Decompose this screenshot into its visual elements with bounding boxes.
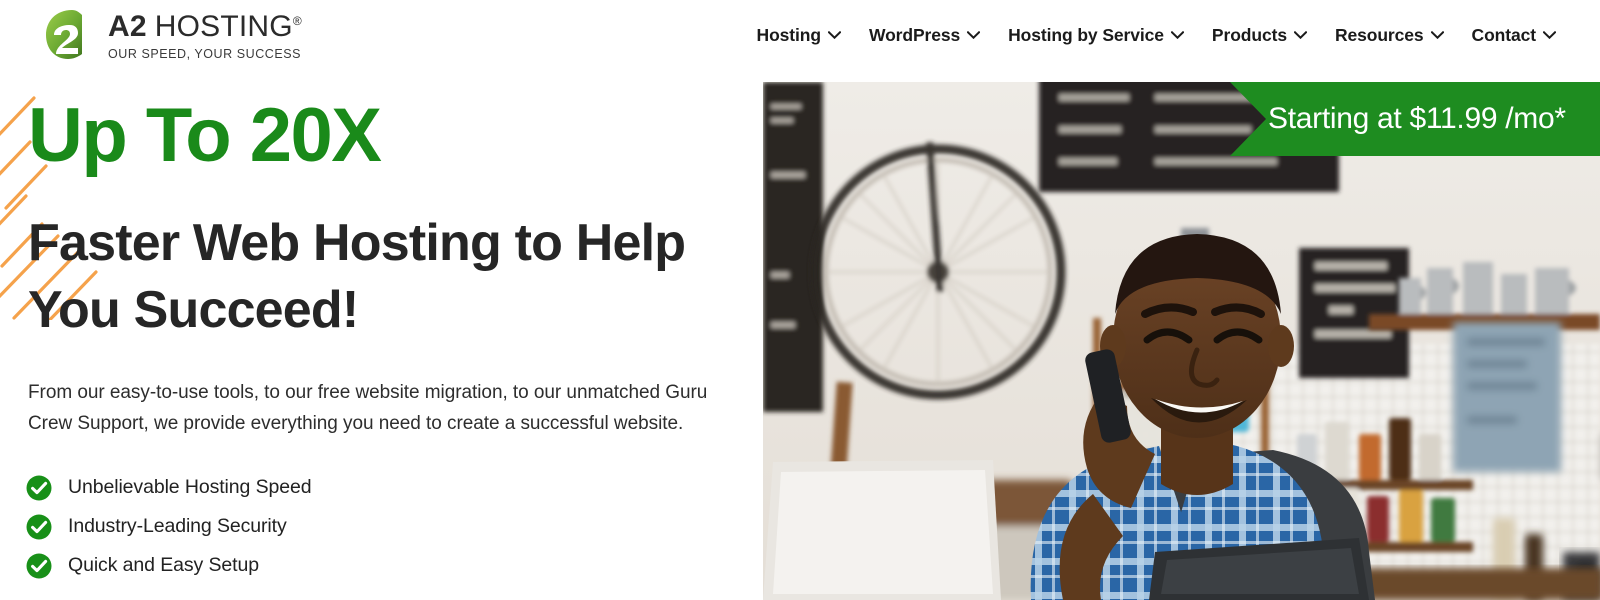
- hero-photo-illustration: [763, 82, 1600, 600]
- nav-label: Hosting: [756, 24, 822, 45]
- hero-paragraph: From our easy-to-use tools, to our free …: [28, 382, 708, 434]
- feature-label: Quick and Easy Setup: [68, 554, 259, 576]
- nav-label: Contact: [1471, 24, 1537, 45]
- brand-name-suffix: HOSTING: [154, 9, 293, 43]
- feature-label: Unbelievable Hosting Speed: [68, 476, 312, 498]
- nav-label: Products: [1211, 24, 1287, 45]
- nav-item-hosting[interactable]: Hosting: [743, 0, 855, 70]
- nav-item-products[interactable]: Products: [1198, 0, 1321, 70]
- brand-name: A2 HOSTING®: [108, 9, 302, 43]
- landing-page: A2 HOSTING® OUR SPEED, YOUR SUCCESS Hosti…: [0, 0, 1600, 600]
- nav-label: Resources: [1334, 24, 1424, 45]
- nav-item-hosting-by-service[interactable]: Hosting by Service: [994, 0, 1198, 70]
- chevron-down-icon: [1170, 31, 1184, 39]
- check-circle-icon: [26, 553, 52, 578]
- nav-label: WordPress: [868, 24, 961, 45]
- chevron-down-icon: [1293, 31, 1307, 39]
- nav-item-resources[interactable]: Resources: [1321, 0, 1458, 70]
- check-circle-icon: [26, 514, 52, 539]
- price-banner: Starting at $11.99 /mo*: [1230, 82, 1600, 156]
- hero-photo: [763, 82, 1600, 600]
- list-item: Unbelievable Hosting Speed: [26, 468, 312, 507]
- chevron-down-icon: [1430, 31, 1444, 39]
- check-circle-icon: [26, 475, 52, 500]
- chevron-down-icon: [827, 31, 841, 39]
- brand-logo[interactable]: A2 HOSTING® OUR SPEED, YOUR SUCCESS: [40, 7, 302, 63]
- chevron-down-icon: [967, 31, 981, 39]
- a2-logo-mark-icon: [46, 10, 82, 59]
- hero-headline-accent: Up To 20X: [28, 93, 382, 178]
- list-item: Industry-Leading Security: [26, 507, 311, 546]
- feature-label: Industry-Leading Security: [68, 515, 287, 537]
- price-banner-text: Starting at $11.99 /mo*: [1268, 102, 1566, 135]
- hero-feature-list: Unbelievable Hosting Speed Industry-Lead…: [26, 468, 312, 585]
- site-header: A2 HOSTING® OUR SPEED, YOUR SUCCESS Hosti…: [0, 0, 1600, 70]
- nav-item-wordpress[interactable]: WordPress: [855, 0, 994, 70]
- list-item: Quick and Easy Setup: [26, 546, 311, 585]
- chevron-down-icon: [1543, 31, 1556, 39]
- registered-trademark-icon: ®: [292, 13, 302, 28]
- brand-tagline: OUR SPEED, YOUR SUCCESS: [108, 46, 302, 61]
- nav-label: Hosting by Service: [1008, 24, 1164, 45]
- hero-headline-main: Faster Web Hosting to Help You Succeed!: [28, 214, 686, 339]
- nav-item-contact[interactable]: Contact: [1458, 0, 1570, 70]
- main-navigation: Hosting WordPress Hosting by Service Pro…: [743, 0, 1570, 70]
- hero-content: Up To 20X Faster Web Hosting to Help You…: [0, 70, 760, 600]
- brand-name-prefix: A2: [108, 9, 147, 43]
- brand-wordmark: A2 HOSTING® OUR SPEED, YOUR SUCCESS: [108, 10, 302, 61]
